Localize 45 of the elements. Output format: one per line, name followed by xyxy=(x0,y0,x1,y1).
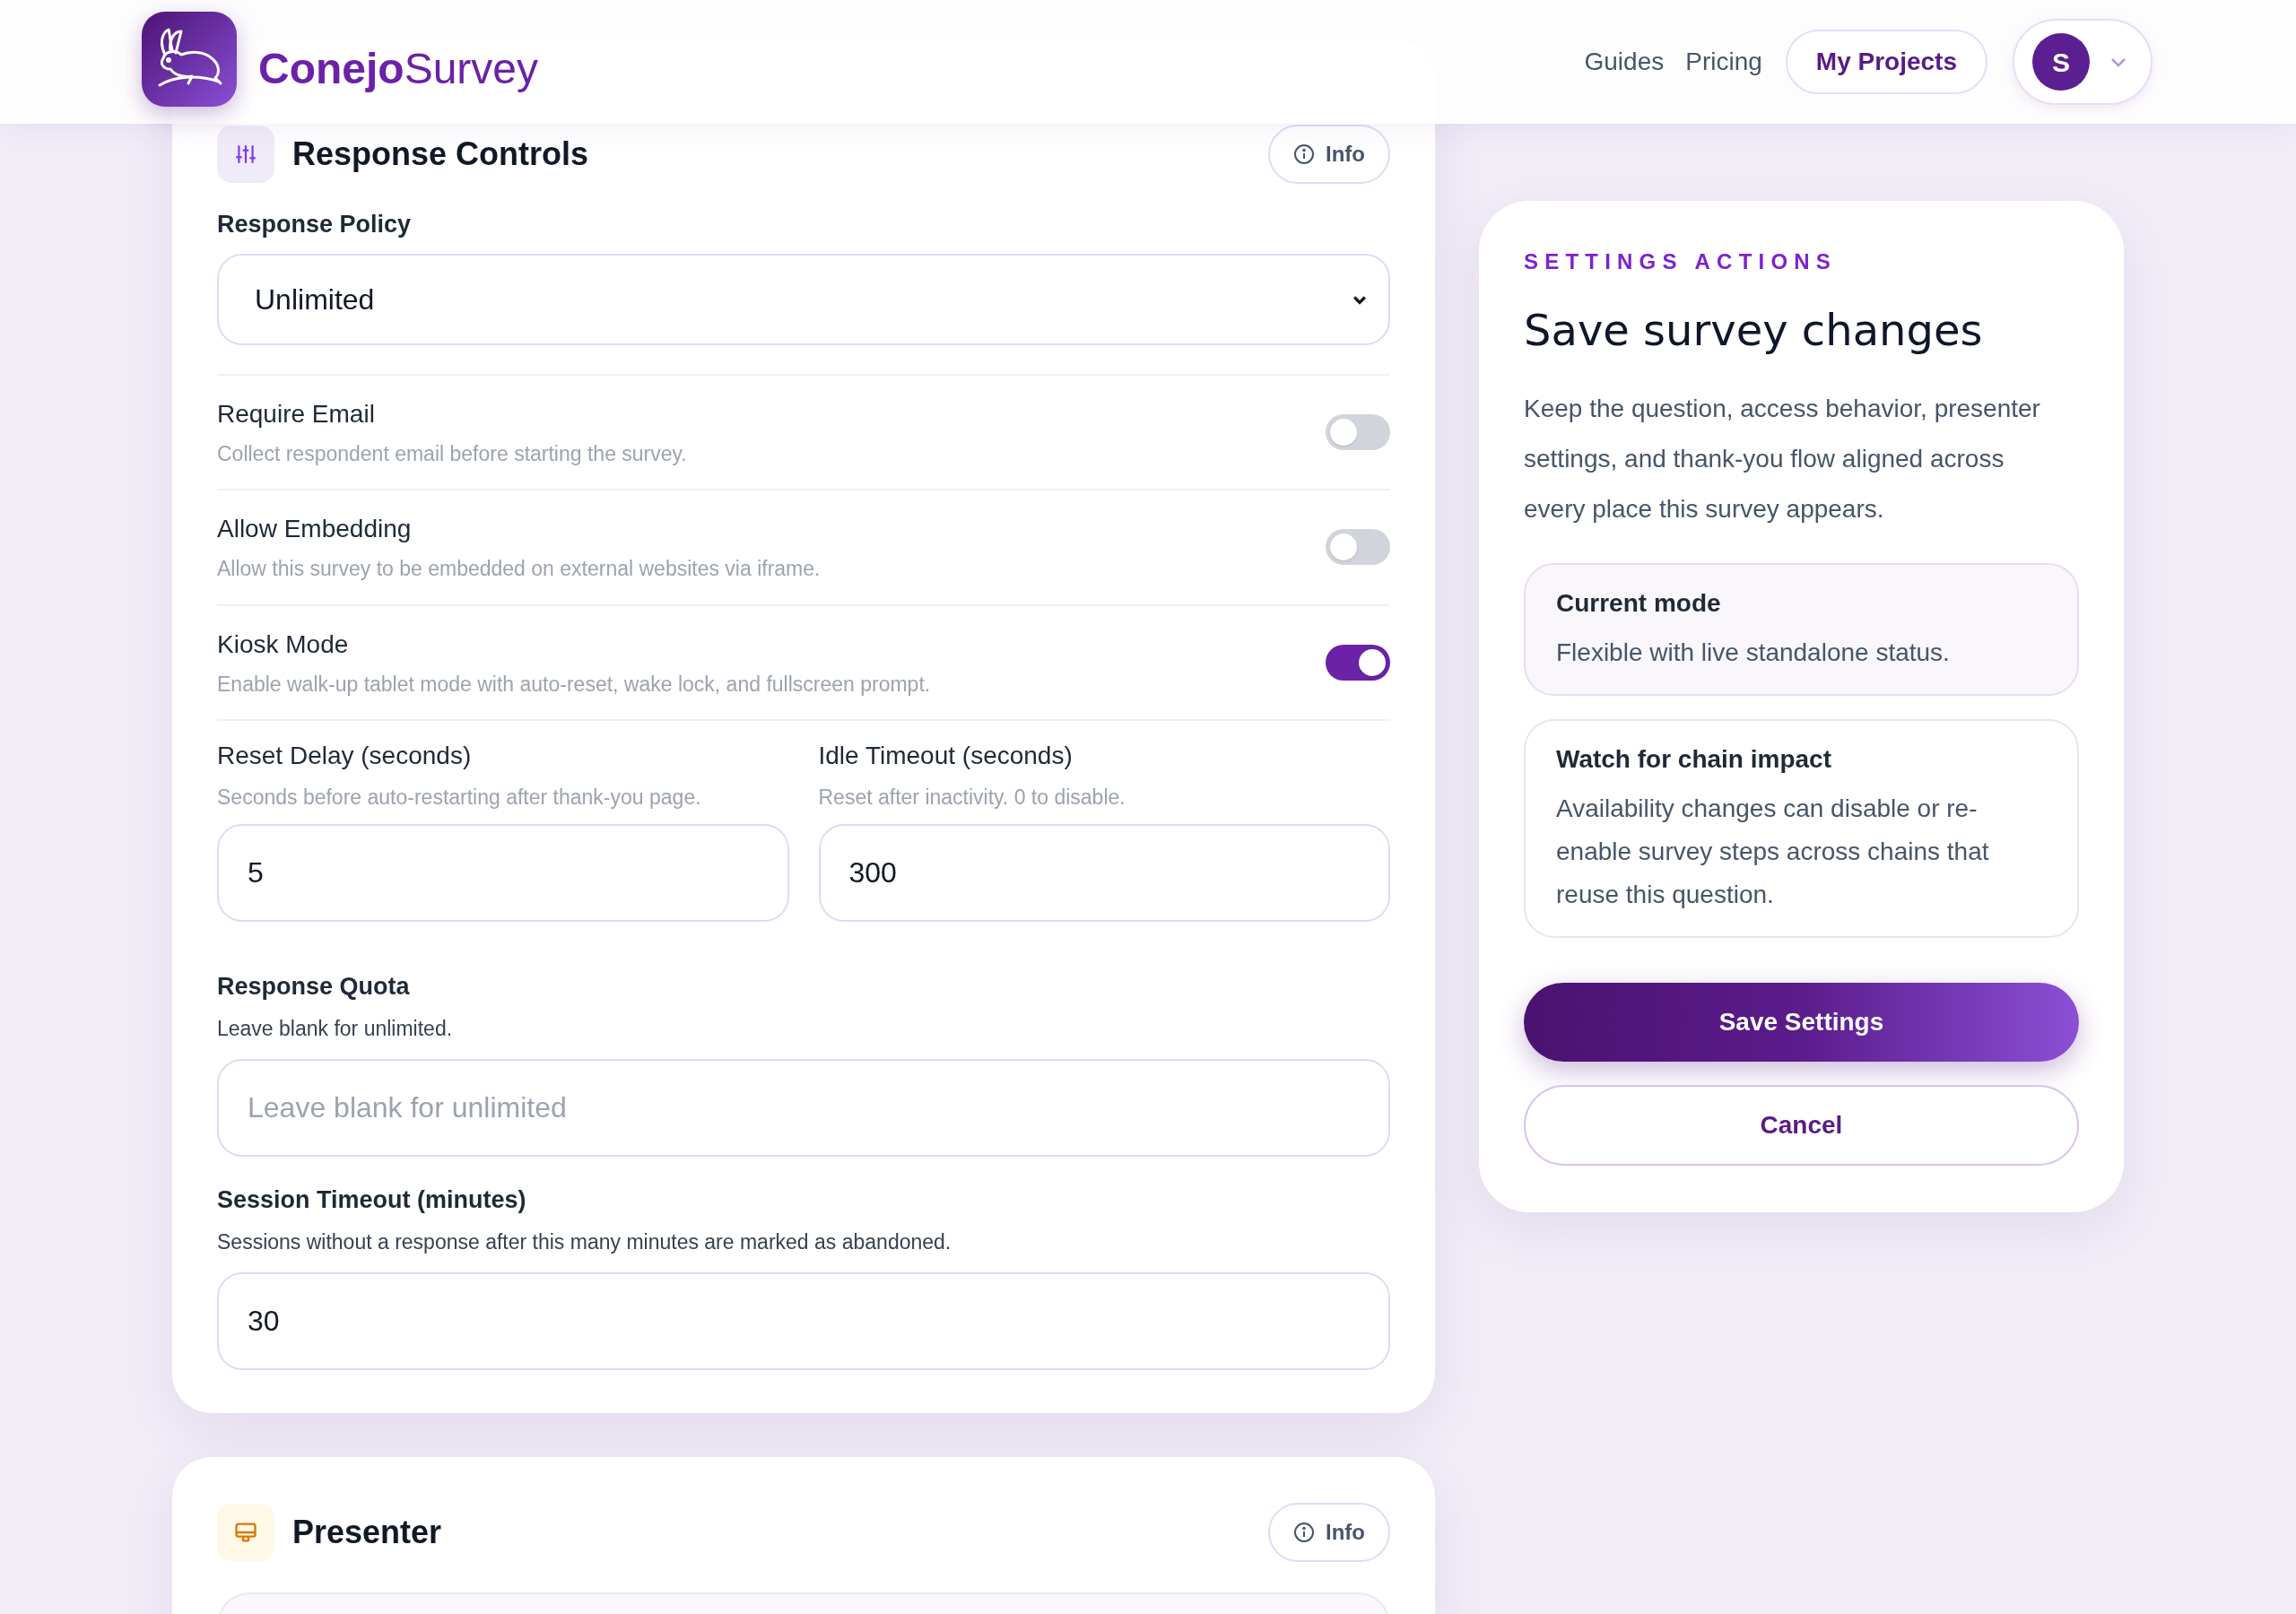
toggle-description: Allow this survey to be embedded on external websites via iframe. xyxy=(217,556,821,582)
policy-select[interactable]: Unlimited xyxy=(217,253,1390,345)
eyebrow-text: SETTINGS ACTIONS xyxy=(1524,248,1838,275)
section-title: Presenter xyxy=(292,1512,442,1552)
nav-link[interactable]: Guides xyxy=(1584,43,1665,81)
toggle-label: Allow Embedding xyxy=(217,514,413,544)
input-field[interactable]: 5 xyxy=(217,823,789,922)
account-menu[interactable]: S xyxy=(2013,19,2152,105)
field-description: Leave blank for unlimited. xyxy=(217,1016,454,1042)
field-label: Response Quota xyxy=(217,971,411,1002)
field-label: Idle Timeout (seconds) xyxy=(818,741,1074,771)
toggle-description: Collect respondent email before starting the survey. xyxy=(217,440,687,467)
card-description: Keep the question, access behavior, presenter settings, and thank-you flow aligned across every place this survey appears. xyxy=(1524,394,2041,525)
info-button[interactable]: Info xyxy=(1268,125,1390,184)
note-text: Flexible with live standalone status. xyxy=(1556,638,1951,668)
card-title: Save survey changes xyxy=(1524,304,1984,357)
info-button[interactable]: Info xyxy=(1268,1502,1390,1562)
field-description: Reset after inactivity. 0 to disable. xyxy=(818,785,1126,811)
note-title: Watch for chain impact xyxy=(1556,744,1832,775)
field-label: Reset Delay (seconds) xyxy=(217,741,473,771)
toggle-label: Kiosk Mode xyxy=(217,629,350,660)
field-label: Response Policy xyxy=(217,210,413,239)
avatar: S xyxy=(2032,33,2090,91)
nav-link[interactable]: Pricing xyxy=(1685,43,1762,81)
section-title: Response Controls xyxy=(292,134,589,174)
save-button[interactable]: Save Settings xyxy=(1524,983,2079,1062)
brand-name: ConejoSurvey xyxy=(258,44,539,94)
field-description: Seconds before auto-restarting after thank-you page. xyxy=(217,785,702,811)
info-icon xyxy=(1293,1521,1315,1543)
note-title: Current mode xyxy=(1556,588,1722,619)
toggle-switch[interactable] xyxy=(1326,529,1390,566)
info-icon xyxy=(1293,143,1315,165)
sliders-icon xyxy=(234,143,257,166)
toggle-description: Enable walk-up tablet mode with auto-reset, wake lock, and fullscreen prompt. xyxy=(217,671,931,698)
cancel-button[interactable]: Cancel xyxy=(1524,1085,2079,1166)
projects-button[interactable]: My Projects xyxy=(1785,30,1987,94)
field-label: Session Timeout (minutes) xyxy=(217,1184,527,1215)
field-description: Sessions without a response after this many minutes are marked as abandoned. xyxy=(217,1229,952,1255)
toggle-switch[interactable] xyxy=(1326,413,1390,450)
input-field[interactable]: Leave blank for unlimited xyxy=(217,1058,1390,1157)
input-field[interactable]: 300 xyxy=(818,823,1390,922)
toggle-label: Require Email xyxy=(217,398,376,430)
toggle-switch[interactable] xyxy=(1326,644,1390,681)
note-text: Availability changes can disable or re-enable survey steps across chains that reuse this question. xyxy=(1556,794,1990,910)
input-field[interactable]: 30 xyxy=(217,1271,1390,1370)
